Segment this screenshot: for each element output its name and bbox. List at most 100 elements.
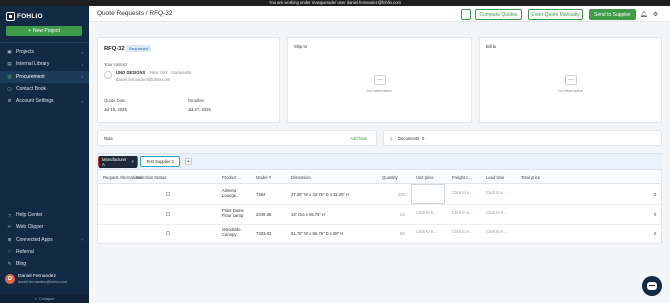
bill-to-empty: No information — [480, 75, 661, 93]
apps-icon: ⊞ — [7, 236, 12, 242]
sidebar-item-label: Contact Book — [16, 86, 47, 93]
logo-icon — [6, 12, 15, 21]
cell-product[interactable]: Woodside Canopy... — [222, 227, 252, 237]
close-icon[interactable]: × — [132, 159, 134, 164]
sidebar-item-label: Referral — [16, 249, 34, 256]
cell-model: 7333-03 — [256, 231, 272, 236]
company-name: UNO DESIGNS — [116, 70, 146, 75]
more-button[interactable]: ⋮ — [461, 9, 471, 20]
sidebar-item-blog[interactable]: ✎ Blog — [0, 258, 89, 270]
chevron-right-icon: › — [81, 74, 83, 80]
chevron-right-icon: › — [81, 237, 83, 243]
documents-card[interactable]: ▯ Documents 0 — [383, 130, 662, 146]
collapse-button[interactable]: « Collapse — [0, 294, 89, 303]
unit-price-input[interactable] — [411, 184, 445, 204]
bell-icon[interactable]: 🔔︎ — [640, 11, 648, 18]
selection-checkbox[interactable] — [166, 231, 170, 235]
blog-icon: ✎ — [7, 261, 12, 267]
sidebar-item-help-center[interactable]: ? Help Center — [0, 209, 89, 221]
sidebar-item-label: Blog — [16, 261, 27, 268]
row-divider — [98, 224, 661, 225]
tab-manufacturer-a[interactable]: Manufacturer A × — [98, 155, 138, 168]
cell-dimension: 27.25" W x 32.75" D x 32.25" H — [291, 192, 350, 197]
cell-freight[interactable]: Click to e... — [452, 190, 473, 195]
compare-quotes-button[interactable]: Compare Quotes — [475, 9, 522, 20]
cell-total-price: 0 — [654, 231, 657, 236]
divider — [0, 42, 89, 43]
col-lead-time[interactable]: Lead time — [486, 170, 504, 184]
chevron-right-icon: › — [81, 49, 83, 55]
col-model[interactable]: Model # — [256, 170, 271, 184]
breadcrumb: Quote Requests / RFQ-32 — [97, 10, 173, 17]
cell-lead-time[interactable]: Click to e... — [486, 190, 507, 195]
add-tab-button[interactable]: + — [185, 158, 192, 165]
sidebar-item-label: Web Clipper — [16, 224, 44, 231]
sidebar-item-web-clipper[interactable]: ✂ Web Clipper — [0, 221, 89, 233]
col-dimension[interactable]: Dimension — [291, 170, 311, 184]
cell-dimension: 16" Dia x 65.75" H — [291, 212, 326, 217]
col-selection-status[interactable]: Selection Status — [136, 170, 166, 184]
send-to-supplier-button[interactable]: Send to Supplier — [589, 9, 636, 20]
main-nav: ▣ Projects › ▤ Internal Library › ▦ Proc… — [0, 46, 89, 107]
sidebar-item-procurement[interactable]: ▦ Procurement › — [0, 70, 89, 83]
cell-quantity[interactable]: 200 — [398, 192, 405, 197]
quote-date-label: Quote Date — [104, 98, 126, 103]
cell-dimension: 81.75" W x 85.75" D x 88" H — [291, 231, 344, 236]
rfq-number: RFQ-32 — [104, 46, 125, 52]
sidebar-item-label: Projects — [16, 49, 35, 56]
selection-checkbox[interactable] — [166, 192, 170, 196]
new-project-label: New Project — [32, 28, 60, 34]
cell-unit-price[interactable]: Click to e... — [416, 229, 437, 234]
sidebar-item-connected-apps[interactable]: ⊞ Connected Apps › — [0, 234, 89, 246]
plus-icon: + — [28, 28, 31, 34]
quote-items-table: Request Alternatives Selection Status Pr… — [97, 169, 662, 244]
no-information-icon — [564, 75, 577, 85]
cell-unit-price[interactable]: Click to e... — [416, 210, 437, 215]
chat-icon — [647, 282, 657, 290]
sidebar-item-referral[interactable]: ♡ Referral — [0, 246, 89, 258]
user-profile[interactable]: D Daniel Fernandez daniel.fernandez@fohl… — [5, 274, 67, 284]
sidebar-item-internal-library[interactable]: ▤ Internal Library › — [0, 58, 89, 70]
sidebar-item-contact-book[interactable]: ▢ Contact Book — [0, 83, 89, 95]
ship-to-empty: No information — [288, 75, 471, 93]
library-icon: ▤ — [7, 61, 12, 67]
tab-test-supplier-2[interactable]: Test Supplier 2 — [140, 156, 180, 167]
logo[interactable]: FOHLIO — [6, 12, 43, 21]
sidebar: FOHLIO + New Project ▣ Projects › ▤ Inte… — [0, 6, 89, 303]
new-project-button[interactable]: + New Project — [6, 26, 82, 36]
chevron-right-icon: › — [81, 61, 83, 67]
sidebar-item-label: Procurement — [16, 73, 45, 80]
document-icon: ▯ — [390, 136, 393, 141]
cell-quantity[interactable]: 23 — [400, 212, 405, 217]
avatar: D — [5, 274, 15, 284]
tab-manufacturer-label: Manufacturer A — [102, 156, 127, 167]
gear-icon[interactable]: ⚙ — [652, 11, 659, 18]
sidebar-item-projects[interactable]: ▣ Projects › — [0, 46, 89, 58]
sidebar-item-label: Connected Apps — [16, 236, 53, 243]
col-quantity[interactable]: Quantity — [382, 170, 398, 184]
status-badge: Requested — [126, 45, 152, 52]
cell-product[interactable]: Point Dume Floor Lamp — [222, 208, 252, 218]
col-product[interactable]: Product ... — [222, 170, 241, 184]
sidebar-item-account-settings[interactable]: ⚙ Account Settings › — [0, 95, 89, 107]
cell-freight[interactable]: Click to e... — [452, 229, 473, 234]
cell-total-price: 0 — [654, 192, 657, 197]
cell-lead-time[interactable]: Click to e... — [486, 210, 507, 215]
cell-lead-time[interactable]: Click to e... — [486, 229, 507, 234]
cell-total-price: 0 — [654, 212, 657, 217]
row-divider — [98, 204, 661, 205]
col-total-price[interactable]: Total price — [521, 170, 540, 184]
add-note-link[interactable]: Add Note — [350, 136, 367, 141]
clipper-icon: ✂ — [7, 224, 12, 230]
chevron-right-icon: › — [81, 98, 83, 104]
cell-freight[interactable]: Click to e... — [452, 210, 473, 215]
cell-quantity[interactable]: 56 — [400, 231, 405, 236]
chat-widget-button[interactable] — [642, 276, 662, 296]
enter-quote-manually-button[interactable]: Enter Quote Manually — [528, 9, 583, 20]
col-freight[interactable]: Freight c... — [452, 170, 472, 184]
col-unit-price[interactable]: Unit price — [416, 170, 434, 184]
selection-checkbox[interactable] — [166, 212, 170, 216]
ship-to-empty-text: No information — [367, 89, 392, 93]
cart-icon: ▦ — [7, 73, 12, 79]
cell-product[interactable]: Almeria Lounge... — [222, 188, 252, 198]
